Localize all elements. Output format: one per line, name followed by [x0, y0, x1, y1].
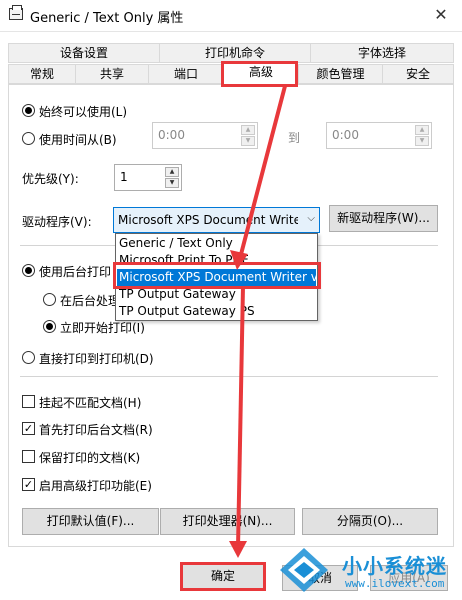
priority-spinner[interactable]: 1 ▲ ▼	[114, 164, 182, 191]
tab-row-1: 设备设置 打印机命令 字体选择	[8, 43, 454, 63]
driver-label: 驱动程序(V):	[22, 215, 92, 229]
enable-advanced-label: 启用高级打印功能(E)	[39, 479, 152, 493]
window-title: Generic / Text Only 属性	[30, 11, 184, 26]
spin-up-icon[interactable]: ▲	[415, 125, 429, 135]
priority-label: 优先级(Y):	[22, 172, 79, 186]
tab-device-settings[interactable]: 设备设置	[8, 43, 159, 63]
tab-printer-commands[interactable]: 打印机命令	[159, 43, 310, 63]
xps-option-highlight	[113, 262, 321, 289]
spin-down-icon[interactable]: ▼	[415, 136, 429, 146]
tab-ports[interactable]: 端口	[148, 64, 223, 84]
site-watermark: 小小系统迷 www.ilovext.com	[272, 534, 462, 600]
keep-printed-label: 保留打印的文档(K)	[39, 451, 141, 465]
start-after-last-page-label: 在后台处理	[60, 294, 121, 308]
printer-icon	[9, 5, 23, 20]
title-bar: Generic / Text Only 属性 ✕	[0, 0, 462, 32]
start-immediately-label: 立即开始打印(I)	[60, 321, 145, 335]
keep-printed-checkbox[interactable]	[22, 450, 35, 463]
tab-security[interactable]: 安全	[382, 64, 454, 84]
hold-mismatched-checkbox[interactable]	[22, 395, 35, 408]
tab-general[interactable]: 常规	[8, 64, 75, 84]
spin-down-icon[interactable]: ▼	[241, 136, 255, 146]
from-time-spin-buttons: ▲ ▼	[241, 125, 255, 146]
watermark-brand: 小小系统迷	[342, 554, 447, 578]
watermark-url: www.ilovext.com	[345, 577, 445, 590]
spool-label: 使用后台打印	[39, 265, 112, 279]
spin-up-icon[interactable]: ▲	[165, 167, 179, 177]
available-from-label: 使用时间从(B)	[39, 133, 117, 147]
new-driver-button[interactable]: 新驱动程序(W)...	[329, 205, 438, 232]
always-available-radio[interactable]	[22, 104, 35, 117]
driver-option[interactable]: Generic / Text Only	[117, 235, 316, 252]
chevron-down-icon: ⌵	[307, 213, 315, 224]
to-time-value: 0:00	[332, 128, 359, 142]
divider	[20, 376, 438, 377]
tab-font-selection[interactable]: 字体选择	[310, 43, 454, 63]
tab-sharing[interactable]: 共享	[75, 64, 148, 84]
print-direct-radio[interactable]	[22, 351, 35, 364]
from-time-value: 0:00	[158, 128, 185, 142]
spin-down-icon[interactable]: ▼	[165, 178, 179, 188]
to-time-spin-buttons: ▲ ▼	[415, 125, 429, 146]
print-processor-button[interactable]: 打印处理器(N)...	[160, 508, 295, 535]
enable-advanced-checkbox[interactable]: ✓	[22, 478, 35, 491]
separator-page-button[interactable]: 分隔页(O)...	[302, 508, 438, 535]
priority-value: 1	[120, 170, 128, 184]
driver-option[interactable]: TP Output Gateway PS	[117, 303, 316, 320]
to-time-spinner[interactable]: 0:00 ▲ ▼	[326, 122, 432, 149]
close-button[interactable]: ✕	[426, 2, 456, 28]
always-available-label: 始终可以使用(L)	[39, 105, 128, 119]
priority-spin-buttons: ▲ ▼	[165, 167, 179, 188]
spool-radio[interactable]	[22, 264, 35, 277]
available-from-radio[interactable]	[22, 132, 35, 145]
from-time-spinner[interactable]: 0:00 ▲ ▼	[152, 122, 258, 149]
driver-select[interactable]: Microsoft XPS Document Writer v4 ⌵	[113, 207, 320, 233]
ok-button[interactable]: 确定	[180, 562, 266, 591]
start-immediately-radio[interactable]	[43, 320, 56, 333]
hold-mismatched-label: 挂起不匹配文档(H)	[39, 396, 142, 410]
printing-defaults-button[interactable]: 打印默认值(F)...	[22, 508, 159, 535]
advanced-tab-highlight	[221, 61, 298, 87]
print-direct-label: 直接打印到打印机(D)	[39, 352, 154, 366]
spin-up-icon[interactable]: ▲	[241, 125, 255, 135]
tab-color-management[interactable]: 颜色管理	[298, 64, 382, 84]
to-label: 到	[288, 131, 301, 145]
watermark-logo-icon	[280, 548, 328, 592]
print-spooled-first-label: 首先打印后台文档(R)	[39, 423, 153, 437]
start-after-last-page-radio[interactable]	[43, 293, 56, 306]
driver-selected-value: Microsoft XPS Document Writer v4	[118, 213, 298, 227]
print-spooled-first-checkbox[interactable]: ✓	[22, 422, 35, 435]
